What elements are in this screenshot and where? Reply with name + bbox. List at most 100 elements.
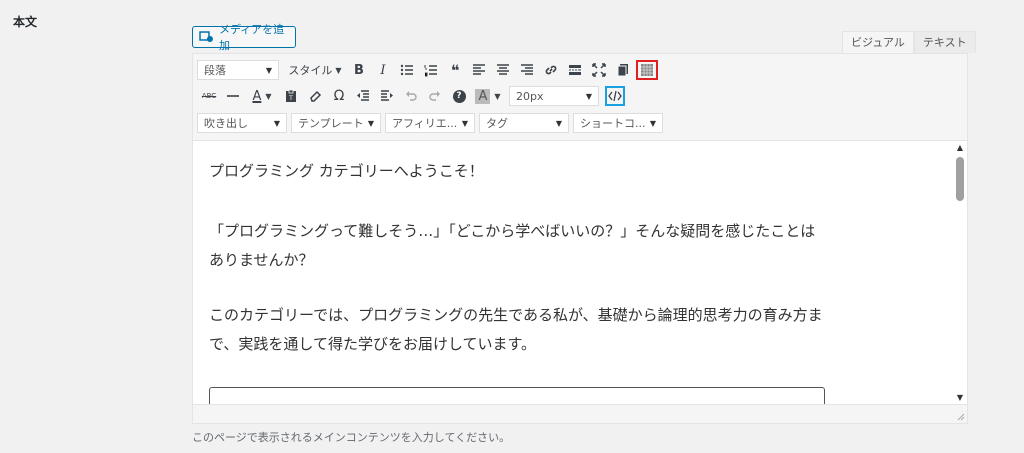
text-color-icon: A [252,88,262,104]
clipboard-icon: T [286,89,296,102]
horizontal-line-button[interactable] [221,85,245,107]
table-button[interactable] [636,60,658,80]
chevron-down-icon: ▼ [265,65,272,75]
undo-button[interactable] [399,85,423,107]
insert-link-button[interactable] [539,59,563,81]
redo-button[interactable] [423,85,447,107]
vertical-scrollbar[interactable]: ▲ ▼ [954,141,966,405]
read-more-button[interactable] [563,59,587,81]
fullscreen-icon [592,63,606,77]
editor-statusbar [193,404,967,423]
add-media-button[interactable]: メディアを追加 [192,23,296,52]
outdent-button[interactable] [351,85,375,107]
strikethrough-icon: ABC [201,92,217,100]
clear-formatting-button[interactable] [303,85,327,107]
paragraph[interactable]: プログラミング カテゴリーへようこそ！ [209,157,829,186]
chevron-down-icon: ▼ [494,91,501,101]
link-icon [545,65,557,75]
bg-color-icon: A [475,88,491,104]
redo-icon [429,91,440,101]
rich-text-editor: 段落 ▼ スタイル ▼ B I ❝ ABC A ▼ T Ω ? A ▼ 20px… [192,53,968,424]
svg-text:T: T [288,95,293,102]
copy-button[interactable] [611,59,635,81]
style-select[interactable]: スタイル ▼ [283,59,347,81]
align-center-button[interactable] [491,59,515,81]
font-size-value: 20px [516,89,544,103]
bold-button[interactable]: B [347,59,371,81]
fullscreen-button[interactable] [587,59,611,81]
template-value: テンプレート [298,117,364,130]
eraser-icon [310,90,322,102]
chevron-down-icon: ▼ [649,118,656,128]
paragraph[interactable]: このカテゴリーでは、プログラミングの先生である私が、基礎から論理的思考力の育み方… [209,301,829,359]
resize-grip-icon[interactable] [955,411,965,421]
italic-icon: I [380,62,386,78]
scroll-down-icon[interactable]: ▼ [955,393,965,403]
media-icon [199,31,213,42]
undo-icon [406,91,417,101]
numbered-list-icon [424,65,437,77]
align-right-button[interactable] [515,59,539,81]
template-select[interactable]: テンプレート ▼ [291,113,381,133]
chevron-down-icon: ▼ [273,118,280,128]
section-title: 本文 [13,15,38,29]
editor-toolbar: 段落 ▼ スタイル ▼ B I ❝ ABC A ▼ T Ω ? A ▼ 20px… [193,54,967,141]
table-icon [641,64,653,76]
toolbar-row-1: 段落 ▼ スタイル ▼ B I ❝ [197,58,659,82]
chevron-down-icon: ▼ [367,118,374,128]
affiliate-value: アフィリエ... [392,117,458,130]
background-color-button[interactable]: A ▼ [471,85,505,107]
tab-visual[interactable]: ビジュアル [842,31,914,53]
bullet-list-icon [400,64,413,76]
help-button[interactable]: ? [447,85,471,107]
chevron-down-icon: ▼ [585,91,592,101]
shortcode-select[interactable]: ショートコ... ▼ [573,113,663,133]
numbered-list-button[interactable] [419,59,443,81]
editor-tabs: ビジュアル テキスト [842,31,976,53]
paste-text-button[interactable]: T [279,85,303,107]
format-select[interactable]: 段落 ▼ [197,60,279,80]
align-left-icon [473,64,485,75]
horizontal-line-icon [227,95,239,97]
outdent-icon [357,90,369,101]
chevron-down-icon: ▼ [335,65,342,75]
code-button[interactable] [605,86,625,106]
help-icon: ? [452,89,466,103]
align-left-button[interactable] [467,59,491,81]
tab-text[interactable]: テキスト [913,31,976,53]
format-select-value: 段落 [204,64,226,77]
special-character-button[interactable]: Ω [327,85,351,107]
blockquote-button[interactable]: ❝ [443,59,467,81]
shortcode-value: ショートコ... [580,117,646,130]
text-color-button[interactable]: A ▼ [245,85,279,107]
align-center-icon [497,64,509,75]
scroll-up-icon[interactable]: ▲ [955,143,965,153]
read-more-icon [569,65,581,75]
speech-bubble-select[interactable]: 吹き出し ▼ [197,113,287,133]
chevron-down-icon: ▼ [555,118,562,128]
scrollbar-thumb[interactable] [956,157,964,201]
chevron-down-icon: ▼ [265,91,272,101]
font-size-select[interactable]: 20px ▼ [509,86,599,106]
code-icon [608,90,622,102]
chevron-down-icon: ▼ [461,118,468,128]
tag-select[interactable]: タグ ▼ [479,113,569,133]
italic-button[interactable]: I [371,59,395,81]
content-block[interactable] [209,387,825,405]
quote-icon: ❝ [450,60,460,80]
strikethrough-button[interactable]: ABC [197,85,221,107]
bullet-list-button[interactable] [395,59,419,81]
bold-icon: B [354,62,364,78]
tag-value: タグ [486,117,508,130]
speech-bubble-value: 吹き出し [204,117,248,130]
editor-content[interactable]: プログラミング カテゴリーへようこそ！ 「プログラミングって難しそう…」「どこか… [193,141,955,405]
toolbar-row-2: ABC A ▼ T Ω ? A ▼ 20px ▼ [197,84,627,108]
toolbar-row-3: 吹き出し ▼ テンプレート ▼ アフィリエ... ▼ タグ ▼ ショートコ... ▼ [197,111,667,135]
add-media-label: メディアを追加 [218,23,285,52]
paragraph[interactable]: 「プログラミングって難しそう…」「どこから学べばいいの？」そんな疑問を感じたこと… [209,217,829,275]
indent-icon [381,90,393,101]
indent-button[interactable] [375,85,399,107]
style-select-value: スタイル [288,64,333,77]
affiliate-select[interactable]: アフィリエ... ▼ [385,113,475,133]
align-right-icon [521,64,533,75]
